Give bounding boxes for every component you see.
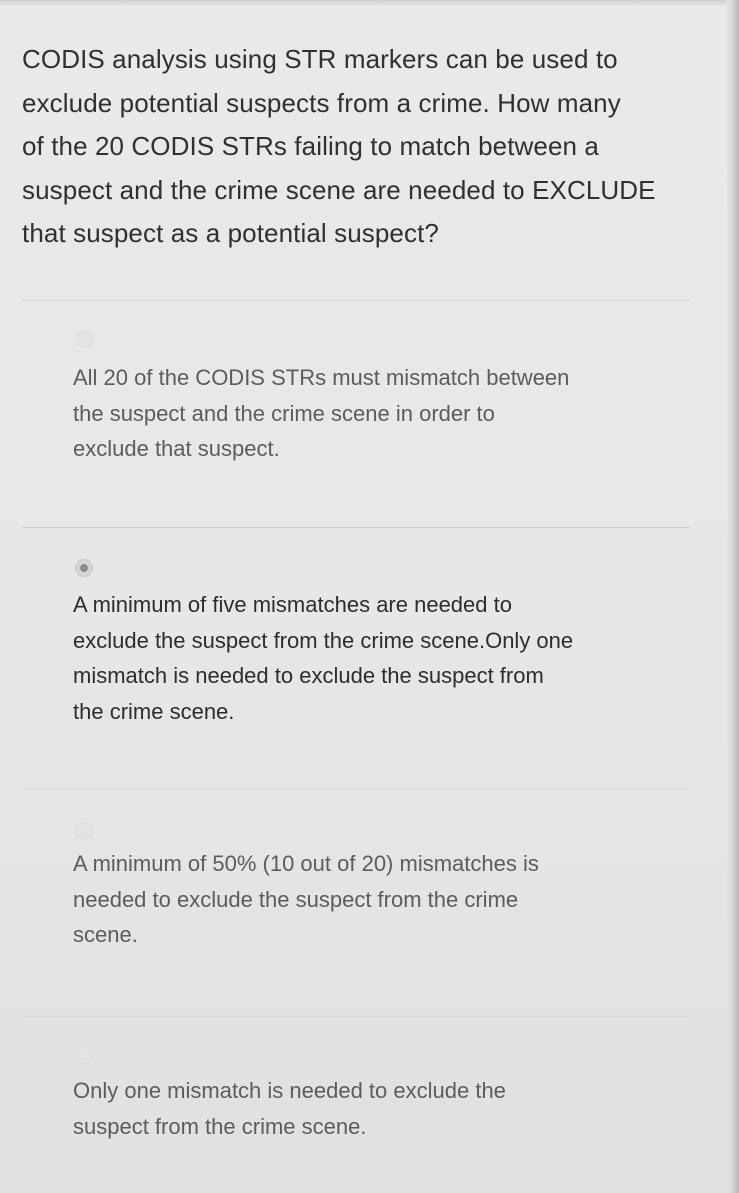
divider xyxy=(22,527,690,528)
top-edge xyxy=(0,0,739,6)
option-line: exclude the suspect from the crime scene… xyxy=(73,627,574,653)
option-line: A minimum of 50% (10 out of 20) mismatch… xyxy=(73,851,539,876)
question-line: of the 20 CODIS STRs failing to match be… xyxy=(22,131,599,161)
divider xyxy=(22,789,690,790)
question-line: that suspect as a potential suspect? xyxy=(22,218,439,248)
option-line: A minimum of five mismatches are needed … xyxy=(73,592,512,617)
answer-option-label[interactable]: Only one mismatch is needed to exclude t… xyxy=(73,1073,673,1144)
option-line: suspect from the crime scene. xyxy=(73,1113,367,1139)
radio-button[interactable] xyxy=(75,822,93,840)
radio-button-selected[interactable] xyxy=(75,559,93,577)
question-line: suspect and the crime scene are needed t… xyxy=(22,174,656,205)
option-line: the suspect and the crime scene in order… xyxy=(73,400,495,426)
option-line: Only one mismatch is needed to exclude t… xyxy=(73,1078,506,1103)
option-line: scene. xyxy=(73,922,138,947)
question-text: CODIS analysis using STR markers can be … xyxy=(22,38,712,256)
answer-option-label[interactable]: All 20 of the CODIS STRs must mismatch b… xyxy=(73,360,673,467)
question-line: CODIS analysis using STR markers can be … xyxy=(22,44,618,74)
answer-option-label[interactable]: A minimum of 50% (10 out of 20) mismatch… xyxy=(73,846,673,953)
divider xyxy=(22,300,690,301)
question-line: exclude potential suspects from a crime.… xyxy=(22,87,621,118)
option-line: the crime scene. xyxy=(73,698,235,724)
option-line: needed to exclude the suspect from the c… xyxy=(73,886,519,912)
radio-button[interactable] xyxy=(74,1046,92,1064)
option-line: mismatch is needed to exclude the suspec… xyxy=(73,663,544,688)
scrollbar-track[interactable] xyxy=(727,0,739,1193)
radio-button[interactable] xyxy=(76,330,94,348)
answer-option-label[interactable]: A minimum of five mismatches are needed … xyxy=(73,587,673,729)
divider xyxy=(22,1016,690,1017)
option-line: exclude that suspect. xyxy=(73,436,280,461)
option-line: All 20 of the CODIS STRs must mismatch b… xyxy=(73,365,570,390)
